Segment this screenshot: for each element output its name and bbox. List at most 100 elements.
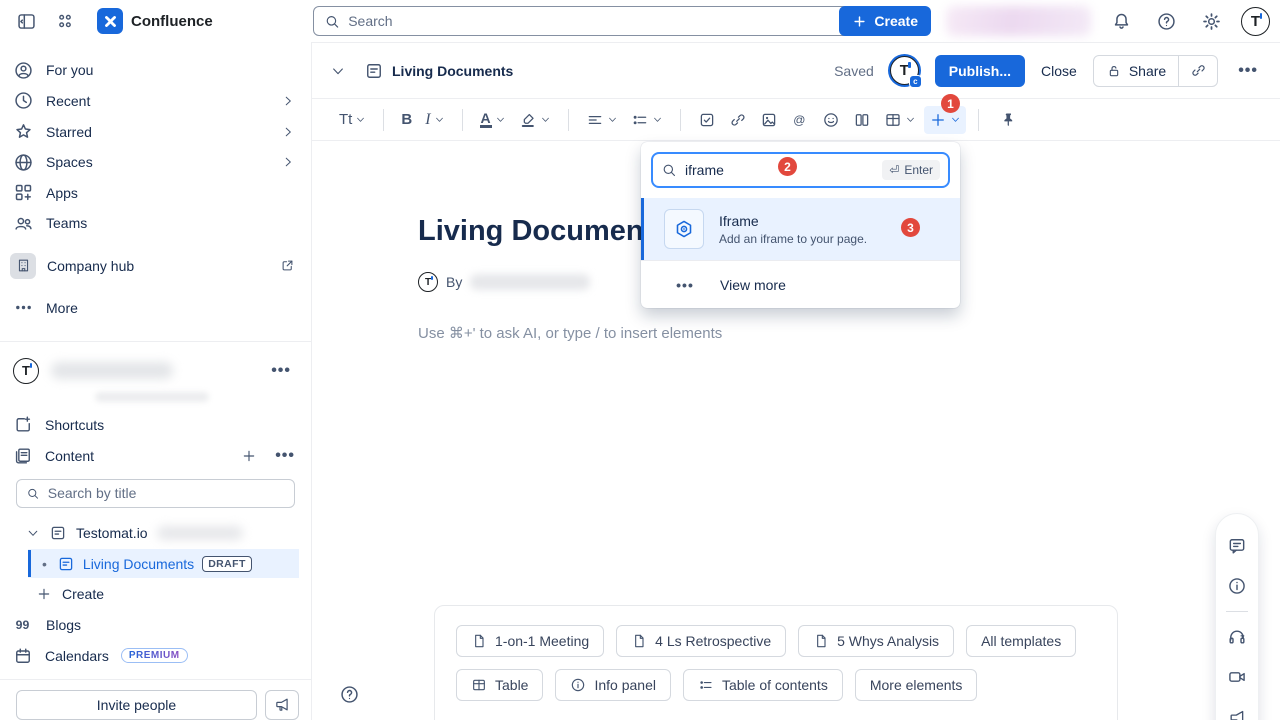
- space-more-button[interactable]: •••: [267, 358, 295, 384]
- link-icon: [729, 111, 747, 129]
- user-avatar[interactable]: T: [1241, 7, 1270, 36]
- sidebar-item-content[interactable]: Content •••: [0, 440, 311, 471]
- ellipsis-icon: •••: [665, 277, 705, 293]
- global-search[interactable]: [313, 6, 864, 36]
- details-button[interactable]: [1217, 566, 1257, 606]
- editor-help-button[interactable]: [339, 684, 360, 705]
- global-search-input[interactable]: [348, 13, 853, 29]
- align-left-icon: [586, 111, 604, 129]
- tree-create-button[interactable]: Create: [0, 579, 311, 610]
- sidebar-item-calendars[interactable]: Calendars PREMIUM: [0, 640, 311, 671]
- saved-status: Saved: [834, 63, 874, 79]
- template-1on1-meeting[interactable]: 1-on-1 Meeting: [456, 625, 604, 657]
- title-search[interactable]: [16, 479, 295, 508]
- sidebar-item-company-hub[interactable]: Company hub: [0, 250, 311, 281]
- share-button[interactable]: Share: [1094, 56, 1178, 86]
- info-icon: [1227, 576, 1247, 596]
- insert-search[interactable]: ⏎ Enter: [651, 152, 950, 188]
- text-style-button[interactable]: Tt: [334, 106, 371, 133]
- premium-badge: PREMIUM: [121, 648, 188, 663]
- headset-add-icon: [1227, 627, 1247, 647]
- settings-button[interactable]: [1196, 6, 1226, 36]
- sidebar-item-apps[interactable]: Apps: [0, 178, 311, 209]
- insert-table-button[interactable]: Table: [456, 669, 543, 701]
- text-color-button[interactable]: A: [475, 106, 511, 133]
- more-elements-button[interactable]: More elements: [855, 669, 978, 701]
- feedback-button[interactable]: [265, 690, 299, 720]
- confluence-home-link[interactable]: Confluence: [97, 8, 213, 34]
- announce-button[interactable]: [1217, 697, 1257, 720]
- view-more-button[interactable]: ••• View more: [641, 261, 960, 308]
- table-button[interactable]: [879, 106, 921, 134]
- create-button[interactable]: Create: [839, 6, 931, 36]
- bold-label: B: [401, 111, 412, 128]
- task-button[interactable]: [693, 106, 721, 134]
- sidebar-item-recent[interactable]: Recent: [0, 86, 311, 117]
- main-area: Living Documents Saved T c Publish... Cl…: [312, 42, 1280, 720]
- table-icon: [471, 677, 487, 693]
- mention-button[interactable]: @: [786, 106, 814, 134]
- sidebar-item-shortcuts[interactable]: Shortcuts: [0, 410, 311, 441]
- video-button[interactable]: [1217, 657, 1257, 697]
- sidebar-item-starred[interactable]: Starred: [0, 116, 311, 147]
- listen-button[interactable]: [1217, 617, 1257, 657]
- page-icon: [57, 555, 75, 573]
- insert-toc-button[interactable]: Table of contents: [683, 669, 843, 701]
- insert-search-input[interactable]: [685, 162, 771, 178]
- tree-item-testomat[interactable]: Testomat.io: [0, 518, 311, 549]
- redacted-banner: [946, 6, 1091, 36]
- notifications-button[interactable]: [1106, 6, 1136, 36]
- editor-placeholder[interactable]: Use ⌘+' to ask AI, or type / to insert e…: [418, 324, 1280, 342]
- emoji-button[interactable]: [817, 106, 845, 134]
- sidebar-item-more[interactable]: More: [0, 292, 311, 323]
- insert-result-iframe[interactable]: Iframe Add an iframe to your page. 3: [641, 198, 960, 260]
- alignment-button[interactable]: [581, 106, 623, 134]
- chevron-down-icon[interactable]: [26, 526, 40, 540]
- search-icon: [661, 162, 677, 178]
- help-button[interactable]: [1151, 6, 1181, 36]
- pin-toolbar-button[interactable]: [995, 106, 1022, 133]
- people-icon: [13, 213, 34, 234]
- lock-open-icon: [1106, 63, 1122, 79]
- enter-key-hint: ⏎ Enter: [882, 160, 940, 180]
- page-icon: [631, 633, 647, 649]
- template-5-whys-analysis[interactable]: 5 Whys Analysis: [798, 625, 954, 657]
- copy-link-button[interactable]: [1179, 56, 1217, 86]
- template-4ls-retrospective[interactable]: 4 Ls Retrospective: [616, 625, 786, 657]
- tree-item-living-documents-selected[interactable]: • Living Documents DRAFT: [28, 549, 299, 578]
- bold-button[interactable]: B: [396, 106, 417, 133]
- italic-button[interactable]: I: [420, 106, 449, 134]
- insert-info-panel-button[interactable]: Info panel: [555, 669, 671, 701]
- app-switcher-button[interactable]: [50, 6, 80, 36]
- close-button[interactable]: Close: [1041, 63, 1077, 79]
- highlight-button[interactable]: [514, 106, 556, 134]
- sidebar-item-teams[interactable]: Teams: [0, 208, 311, 239]
- sidebar-collapse-button[interactable]: [11, 6, 41, 36]
- page-more-button[interactable]: •••: [1234, 58, 1262, 84]
- add-content-icon[interactable]: [241, 448, 257, 464]
- step-badge-2: 2: [778, 157, 797, 176]
- sidebar-item-blogs[interactable]: 99 Blogs: [0, 610, 311, 641]
- publish-button[interactable]: Publish...: [935, 55, 1025, 87]
- collapse-chevron-down-icon[interactable]: [330, 63, 346, 79]
- list-button[interactable]: [626, 106, 668, 134]
- space-header[interactable]: T •••: [0, 350, 311, 392]
- comments-button[interactable]: [1217, 526, 1257, 566]
- sidebar-item-spaces[interactable]: Spaces: [0, 147, 311, 178]
- redacted-tree-text: [157, 526, 243, 540]
- title-search-input[interactable]: [48, 485, 285, 501]
- svg-text:99: 99: [16, 618, 30, 632]
- content-more-button[interactable]: •••: [275, 447, 295, 465]
- megaphone-icon: [274, 696, 291, 713]
- template-label: Info panel: [594, 677, 656, 693]
- external-link-icon: [280, 258, 295, 273]
- comment-icon: [1227, 536, 1247, 556]
- collaborator-avatar[interactable]: T c: [890, 56, 919, 85]
- insert-result-description: Add an iframe to your page.: [719, 232, 867, 246]
- insert-link-button[interactable]: [724, 106, 752, 134]
- invite-people-button[interactable]: Invite people: [16, 690, 257, 720]
- insert-image-button[interactable]: [755, 106, 783, 134]
- all-templates-button[interactable]: All templates: [966, 625, 1076, 657]
- layouts-button[interactable]: [848, 106, 876, 134]
- sidebar-item-for-you[interactable]: For you: [0, 55, 311, 86]
